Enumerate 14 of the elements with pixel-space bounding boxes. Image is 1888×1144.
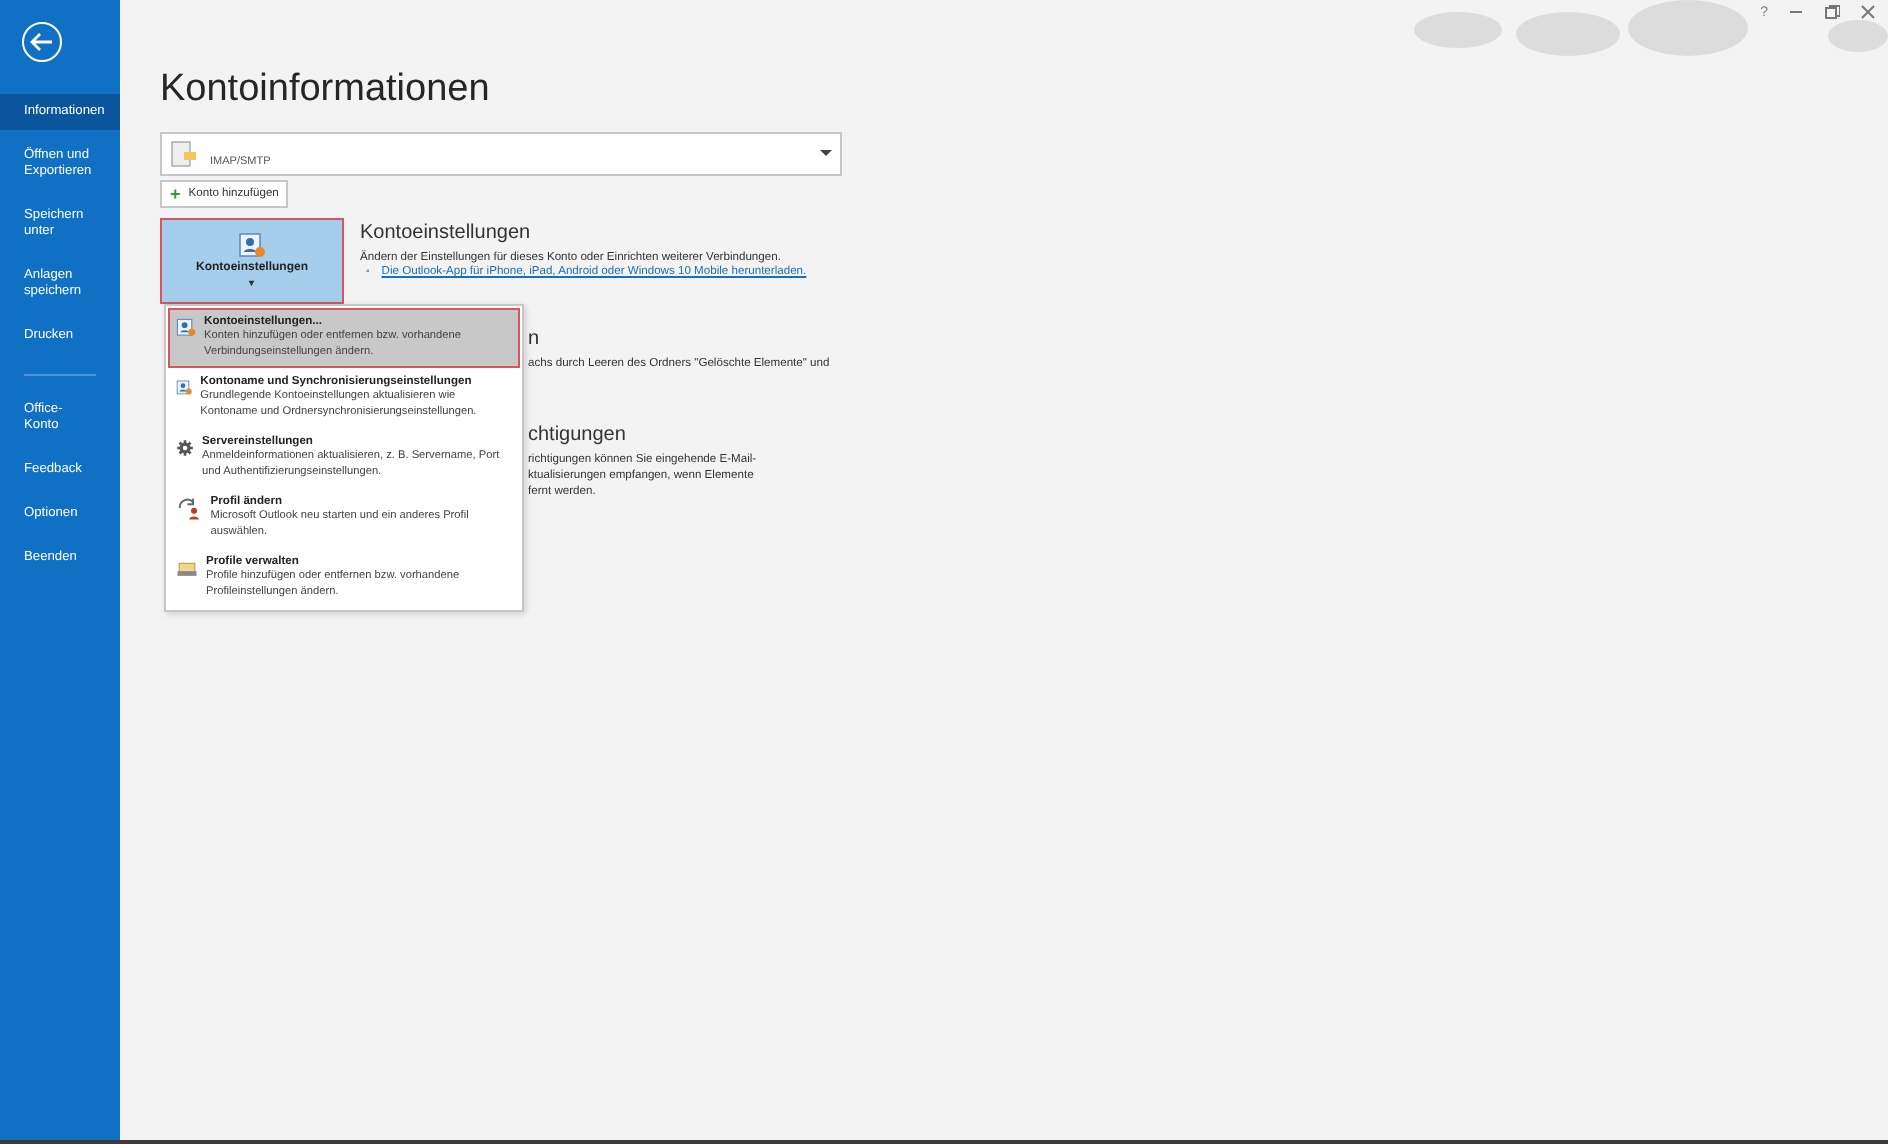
section-heading: Kontoeinstellungen: [360, 222, 533, 244]
back-button[interactable]: [22, 22, 62, 62]
gear-icon: [176, 434, 195, 462]
close-icon[interactable]: [1860, 4, 1876, 20]
back-arrow-icon: [30, 32, 54, 52]
dropdown-caret-icon: [820, 150, 832, 158]
account-icon: [176, 314, 197, 342]
section-heading: chtigungen: [528, 424, 628, 446]
section-heading: n: [528, 328, 542, 350]
page-title: Kontoinformationen: [160, 68, 492, 112]
account-icon: [238, 232, 266, 260]
restore-icon[interactable]: [1824, 4, 1840, 20]
profile-icon: [176, 494, 203, 522]
mailbox-icon: [170, 140, 198, 168]
